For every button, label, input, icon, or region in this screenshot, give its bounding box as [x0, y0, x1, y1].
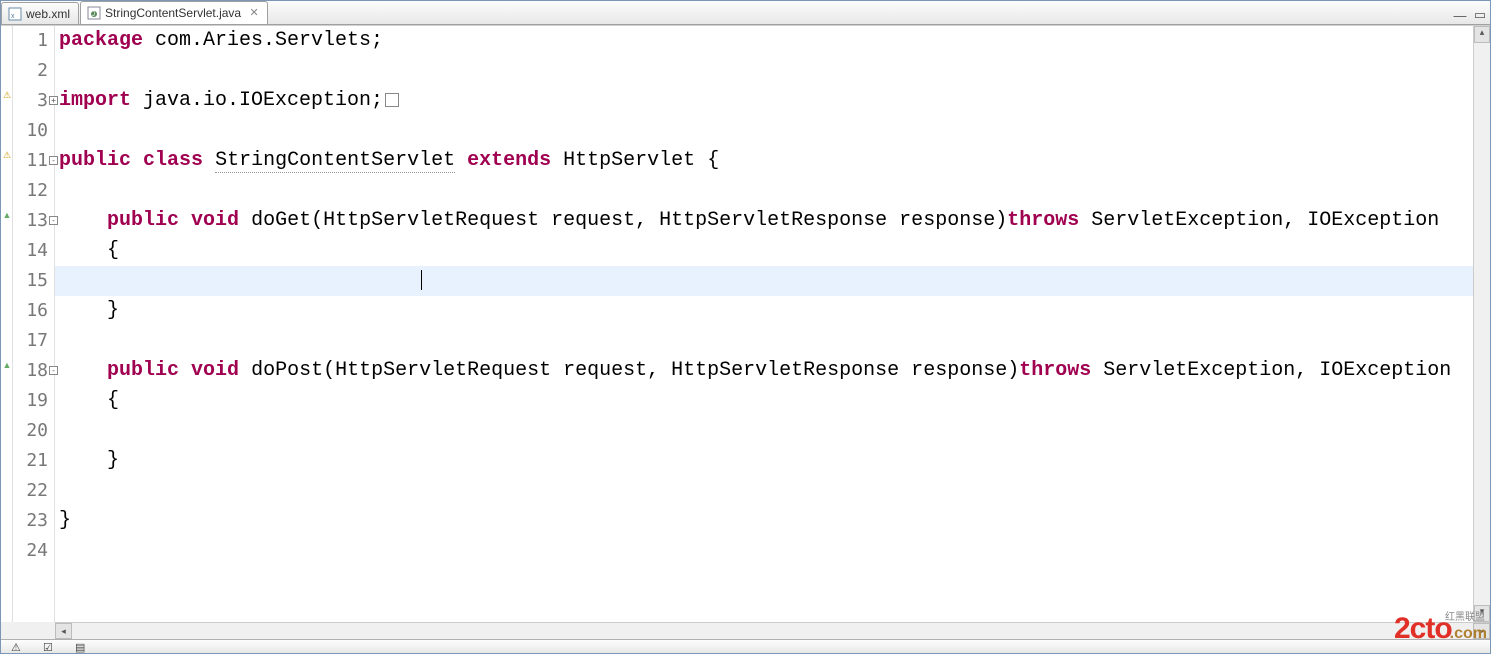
close-icon[interactable]: ✕: [249, 8, 259, 18]
editor-window: x web.xml J StringContentServlet.java ✕ …: [0, 0, 1491, 654]
line-number: 18-: [13, 356, 48, 386]
scroll-right-icon[interactable]: ▸: [1473, 623, 1490, 639]
line-number: 21: [13, 446, 48, 476]
svg-text:x: x: [11, 13, 15, 20]
console-icon: ▤: [75, 641, 87, 653]
code-line: [55, 326, 1473, 356]
tab-label: StringContentServlet.java: [105, 6, 241, 20]
tab-web-xml[interactable]: x web.xml: [1, 2, 79, 24]
code-line: }: [55, 446, 1473, 476]
line-number: 3+: [13, 86, 48, 116]
line-number: 12: [13, 176, 48, 206]
line-number: 16: [13, 296, 48, 326]
marker-column: ⚠ ⚠ ▲ ▲: [1, 26, 13, 622]
text-caret: [421, 270, 422, 290]
vertical-scrollbar[interactable]: ▴ ▾: [1473, 26, 1490, 622]
warning-icon: ⚠: [2, 90, 12, 100]
code-line: {: [55, 236, 1473, 266]
bottom-tab[interactable]: ⚠: [1, 641, 33, 653]
java-file-icon: J: [87, 6, 101, 20]
bottom-tab[interactable]: ▤: [65, 641, 97, 653]
editor-tabbar: x web.xml J StringContentServlet.java ✕ …: [1, 1, 1490, 25]
minimize-icon[interactable]: —: [1451, 6, 1469, 24]
scroll-left-icon[interactable]: ◂: [55, 623, 72, 639]
override-icon: ▲: [2, 360, 12, 370]
tab-label: web.xml: [26, 7, 70, 21]
scroll-down-icon[interactable]: ▾: [1474, 605, 1490, 622]
warning-icon: ⚠: [2, 150, 12, 160]
line-number: 14: [13, 236, 48, 266]
line-number: 20: [13, 416, 48, 446]
code-line: }: [55, 506, 1473, 536]
code-line: [55, 176, 1473, 206]
scroll-up-icon[interactable]: ▴: [1474, 26, 1490, 43]
line-number: 13-: [13, 206, 48, 236]
scrollbar-track[interactable]: [1474, 43, 1490, 605]
code-line: public void doPost(HttpServletRequest re…: [55, 356, 1473, 386]
override-icon: ▲: [2, 210, 12, 220]
line-number: 15: [13, 266, 48, 296]
line-number: 17: [13, 326, 48, 356]
line-number: 19: [13, 386, 48, 416]
line-number: 24: [13, 536, 48, 566]
line-number-gutter: 1 2 3+ 10 11- 12 13- 14 15 16 17 18- 19 …: [13, 26, 55, 622]
collapsed-region-icon[interactable]: [385, 93, 399, 107]
maximize-icon[interactable]: ▭: [1471, 6, 1489, 24]
line-number: 10: [13, 116, 48, 146]
code-area[interactable]: package com.Aries.Servlets; import java.…: [55, 26, 1473, 622]
line-number: 22: [13, 476, 48, 506]
code-line: [55, 56, 1473, 86]
code-line: public void doGet(HttpServletRequest req…: [55, 206, 1473, 236]
problems-icon: ⚠: [11, 641, 23, 653]
tasks-icon: ☑: [43, 641, 55, 653]
tab-stringcontentservlet[interactable]: J StringContentServlet.java ✕: [80, 1, 268, 24]
code-line: package com.Aries.Servlets;: [55, 26, 1473, 56]
bottom-view-tabbar: ⚠ ☑ ▤: [1, 639, 1490, 653]
code-line: [55, 476, 1473, 506]
code-line: {: [55, 386, 1473, 416]
code-line: public class StringContentServlet extend…: [55, 146, 1473, 176]
line-number: 11-: [13, 146, 48, 176]
bottom-tab[interactable]: ☑: [33, 641, 65, 653]
line-number: 2: [13, 56, 48, 86]
code-line-current: [55, 266, 1473, 296]
svg-text:J: J: [92, 12, 95, 18]
code-line: [55, 116, 1473, 146]
line-number: 23: [13, 506, 48, 536]
code-line: }: [55, 296, 1473, 326]
code-line: [55, 416, 1473, 446]
editor-body: ⚠ ⚠ ▲ ▲ 1 2 3+ 10 11- 12 13- 14 15 16 17…: [1, 25, 1490, 622]
line-number: 1: [13, 26, 48, 56]
code-line: import java.io.IOException;: [55, 86, 1473, 116]
horizontal-scrollbar[interactable]: ◂ ▸: [55, 622, 1490, 639]
scrollbar-track[interactable]: [72, 623, 1473, 639]
xml-file-icon: x: [8, 7, 22, 21]
code-line: [55, 536, 1473, 566]
